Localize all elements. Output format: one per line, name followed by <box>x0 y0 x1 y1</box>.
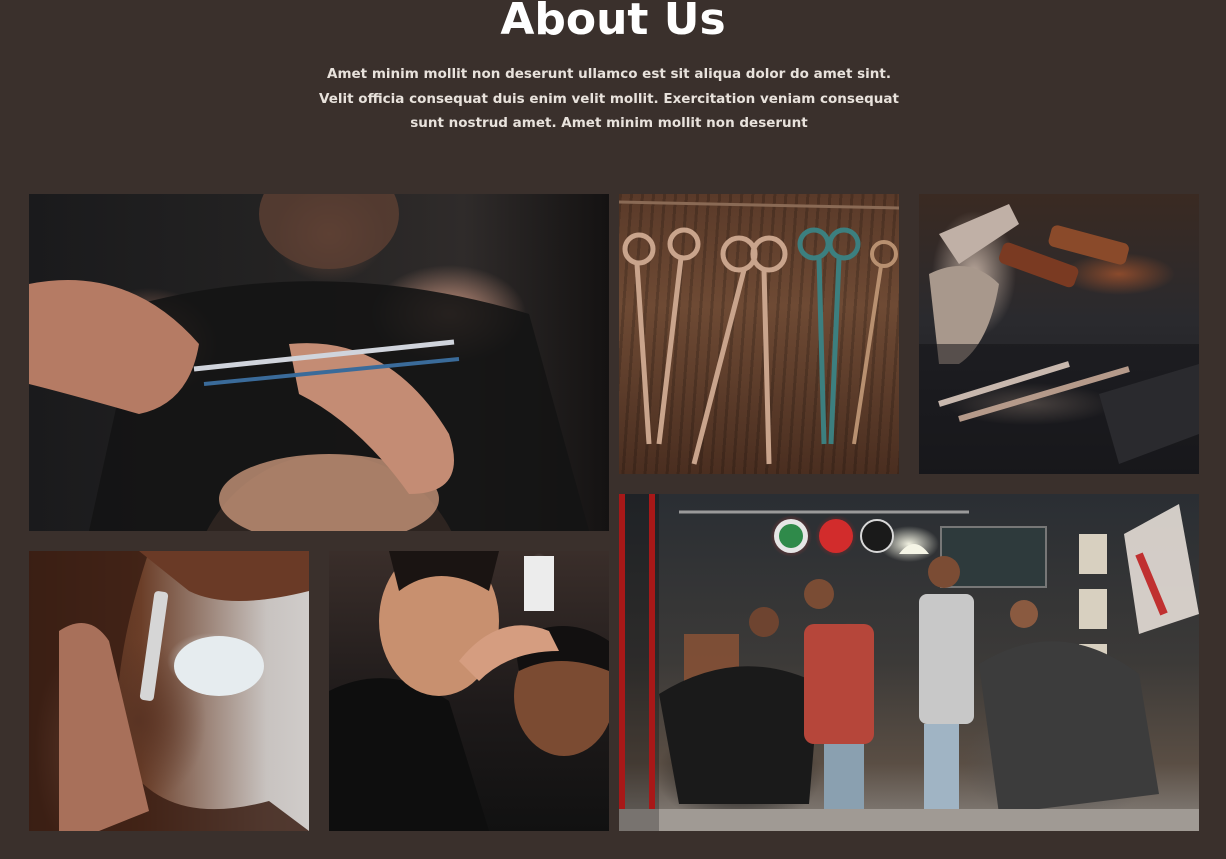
section-intro: Amet minim mollit non deserunt ullamco e… <box>319 66 899 131</box>
barber-cutting-hair-photo <box>29 194 609 531</box>
shaving-tools-photo <box>919 194 1199 474</box>
beard-shaving-illustration <box>29 551 309 831</box>
shaving-tools-illustration <box>919 204 1199 474</box>
haircut-from-behind-photo <box>329 551 609 831</box>
haircut-illustration <box>329 551 609 831</box>
scissors-illustration <box>619 200 899 465</box>
barbershop-interior-photo <box>619 494 1199 831</box>
beard-shaving-photo <box>29 551 309 831</box>
scissors-on-wall-photo <box>619 194 899 474</box>
section-title: About Us <box>500 0 726 45</box>
barber-cutting-hair-illustration <box>29 194 589 531</box>
barbershop-interior-illustration <box>619 494 1199 831</box>
